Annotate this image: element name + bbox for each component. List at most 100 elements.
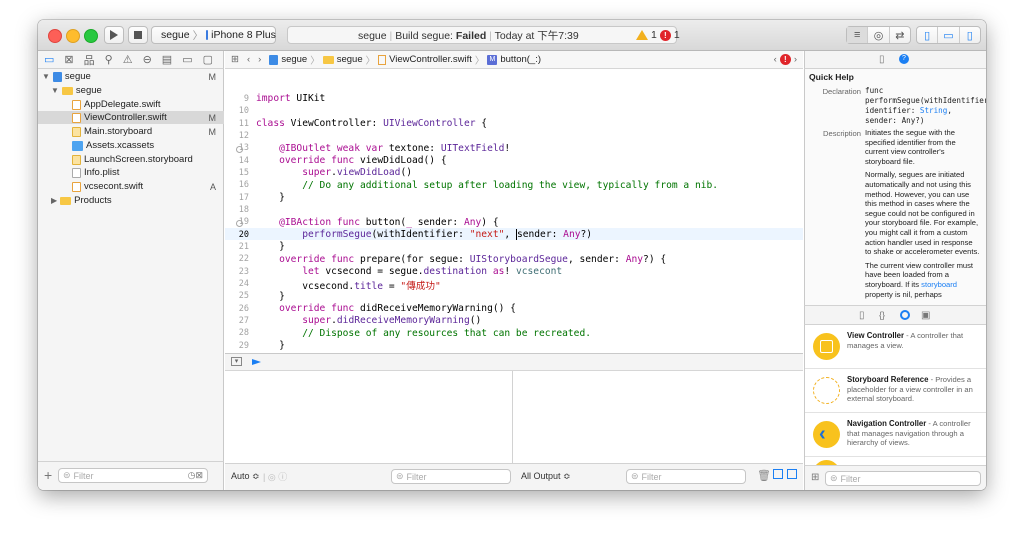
library-item[interactable]: Storyboard Reference - Provides a placeh…	[805, 369, 986, 413]
test-navigator-icon[interactable]: ⊖	[143, 53, 152, 66]
code-line: super.viewDidLoad()	[302, 167, 412, 178]
breadcrumb-file[interactable]: ViewController.swift	[389, 54, 472, 65]
issue-navigator-icon[interactable]: ⚠	[123, 53, 133, 66]
project-navigator-icon[interactable]: ▭	[44, 53, 54, 66]
error-icon: !	[779, 54, 791, 65]
assistant-editor-icon[interactable]: ◎	[868, 27, 890, 43]
method-symbol-icon: M	[487, 54, 498, 65]
list-item[interactable]: ▼ segue M	[38, 70, 224, 83]
action-connection-icon[interactable]	[236, 220, 243, 227]
media-library-icon[interactable]: ▣	[921, 310, 930, 321]
folder-icon	[60, 196, 72, 205]
quick-help-title: Quick Help	[809, 72, 854, 82]
code-line: }	[256, 291, 285, 302]
library-item[interactable]: View Controller - A controller that mana…	[805, 325, 986, 369]
list-item[interactable]: LaunchScreen.storyboard	[38, 153, 224, 166]
breadcrumb-project[interactable]: segue	[281, 54, 307, 65]
symbol-navigator-icon[interactable]: 品	[84, 52, 95, 68]
chevron-right-icon: 〉	[192, 29, 204, 42]
show-variables-icon[interactable]	[773, 469, 783, 479]
toggle-utilities-icon[interactable]: ▯	[960, 27, 980, 43]
navigator-filter-input[interactable]: ⊜ Filter ◷⊠	[58, 468, 208, 483]
outlet-connection-icon[interactable]	[236, 146, 243, 153]
previous-issue-icon[interactable]: ‹	[774, 54, 777, 65]
console-filter-input[interactable]: ⊜ Filter	[626, 469, 746, 484]
back-icon[interactable]: ‹	[247, 54, 250, 65]
list-item[interactable]: AppDelegate.swift	[38, 98, 224, 111]
line-number: 18	[238, 205, 249, 215]
chevron-right-icon: 〉	[365, 55, 376, 67]
breadcrumb-group[interactable]: segue	[337, 54, 363, 65]
storyboard-file-icon	[72, 126, 81, 137]
code-line: override func didReceiveMemoryWarning() …	[279, 303, 516, 314]
recent-files-icon[interactable]: ◷⊠	[188, 470, 203, 481]
variables-view[interactable]	[225, 371, 513, 463]
scheme-selector[interactable]: segue 〉 iPhone 8 Plus	[151, 26, 276, 44]
project-icon	[52, 71, 62, 82]
filter-icon: ⊜	[63, 470, 71, 480]
add-icon[interactable]: +	[44, 467, 52, 483]
line-number: 14	[238, 156, 249, 166]
source-control-navigator-icon[interactable]: ⊠	[64, 53, 73, 66]
quick-look-icon[interactable]: | ◎ ⓘ	[263, 470, 287, 483]
storyboard-file-icon	[72, 154, 81, 165]
console-view[interactable]	[514, 371, 803, 463]
library-item[interactable]: ‹ Navigation Controller - A controller t…	[805, 413, 986, 457]
editor-mode-control: ≡ ◎ ⇄	[846, 26, 911, 44]
hide-debug-area-icon[interactable]: ▾	[231, 357, 242, 366]
view-controller-icon	[813, 333, 840, 360]
minimize-window-button[interactable]	[66, 29, 80, 43]
next-issue-icon[interactable]: ›	[794, 54, 797, 65]
console-output-popup[interactable]: All Output ≎	[521, 471, 571, 482]
issue-counts[interactable]: 1 ! 1	[636, 29, 680, 41]
forward-icon[interactable]: ›	[258, 54, 261, 65]
code-line: }	[256, 241, 285, 252]
line-number: 28	[238, 328, 249, 338]
line-number: 27	[238, 316, 249, 326]
chevron-right-icon: 〉	[310, 55, 320, 67]
report-navigator-icon[interactable]: ▢	[203, 53, 213, 66]
assets-folder-icon	[72, 140, 83, 151]
zoom-window-button[interactable]	[84, 29, 98, 43]
code-line: import UIKit	[256, 93, 326, 104]
show-console-icon[interactable]	[787, 469, 797, 479]
issue-navigation[interactable]: ‹ ! ›	[774, 54, 797, 65]
run-button[interactable]	[104, 26, 124, 44]
code-snippet-icon[interactable]: {}	[879, 310, 885, 320]
stop-icon	[134, 31, 142, 39]
list-item[interactable]: Main.storyboard M	[38, 125, 224, 138]
breadcrumb-symbol[interactable]: button(_:)	[500, 54, 541, 65]
breakpoint-navigator-icon[interactable]: ▭	[182, 53, 192, 66]
variables-scope-popup[interactable]: Auto ≎	[231, 471, 260, 482]
line-number: 26	[238, 304, 249, 314]
source-editor[interactable]: 9 10 11 12 13 14 15 16 17 18 19 20 21 22 23 24 25 26 27 28 2…	[225, 69, 803, 363]
list-item[interactable]: ▶ Products	[38, 194, 224, 207]
breakpoints-toggle-icon[interactable]	[252, 359, 261, 365]
list-item[interactable]: Info.plist	[38, 166, 224, 179]
toggle-debug-area-icon[interactable]: ▭	[938, 27, 960, 43]
list-item[interactable]: vcsecont.swift A	[38, 180, 224, 193]
line-number: 9	[243, 94, 249, 104]
related-items-icon[interactable]: ⊞	[231, 54, 239, 65]
object-library: View Controller - A controller that mana…	[804, 325, 986, 465]
code-line: override func viewDidLoad() {	[279, 155, 447, 166]
list-item-selected[interactable]: ViewController.swift M	[38, 111, 224, 124]
find-navigator-icon[interactable]: ⚲	[105, 53, 113, 66]
quick-help-icon[interactable]: ?	[899, 54, 909, 64]
file-template-icon[interactable]: ▯	[859, 310, 865, 321]
debug-navigator-icon[interactable]: ▤	[162, 53, 172, 66]
close-window-button[interactable]	[48, 29, 62, 43]
stop-button[interactable]	[128, 26, 148, 44]
object-library-icon[interactable]	[900, 310, 910, 320]
grid-view-icon[interactable]: ⊞	[811, 472, 819, 483]
version-editor-icon[interactable]: ⇄	[890, 27, 910, 43]
swift-file-icon	[72, 99, 81, 110]
toggle-navigator-icon[interactable]: ▯	[917, 27, 939, 43]
list-item[interactable]: Assets.xcassets	[38, 139, 224, 152]
file-inspector-icon[interactable]: ▯	[879, 54, 885, 65]
trash-icon[interactable]: 🗑	[757, 469, 771, 482]
list-item[interactable]: ▼ segue	[38, 84, 224, 97]
variables-filter-input[interactable]: ⊜ Filter	[391, 469, 511, 484]
standard-editor-icon[interactable]: ≡	[847, 27, 869, 43]
library-filter-input[interactable]: ⊜ Filter	[825, 471, 981, 486]
